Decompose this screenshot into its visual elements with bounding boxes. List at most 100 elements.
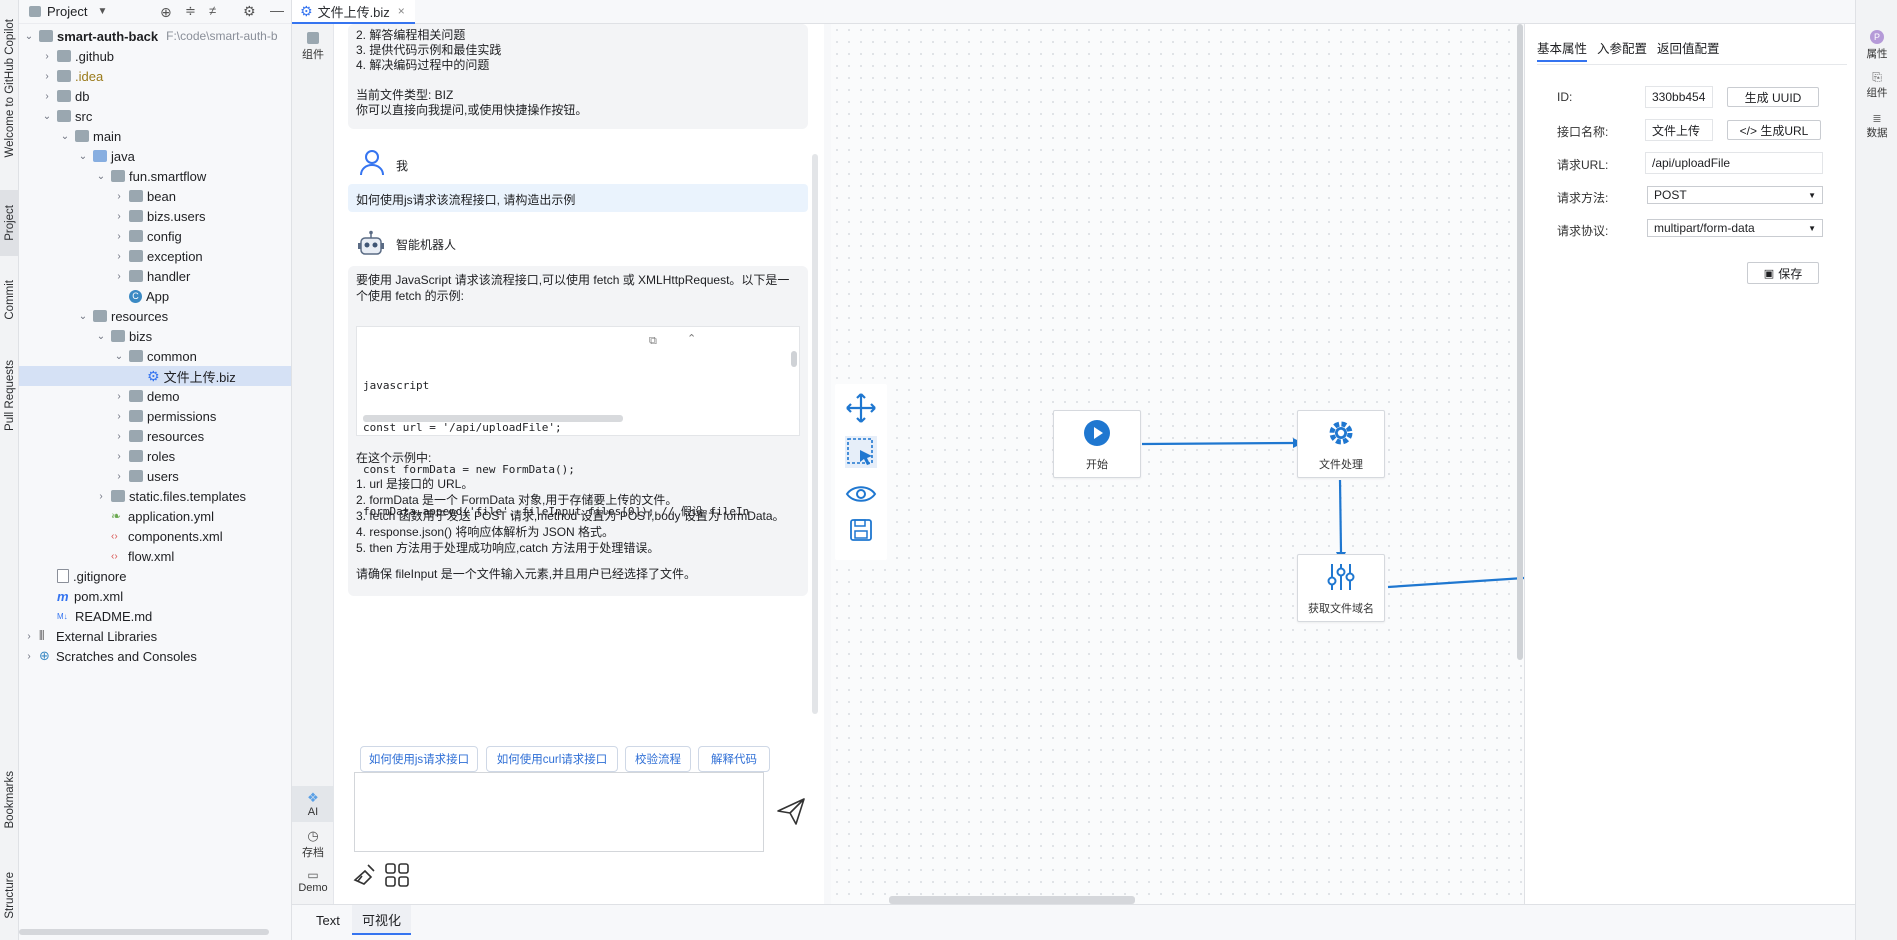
tree-item[interactable]: › .github xyxy=(19,46,291,66)
id-field[interactable]: 330bb454 xyxy=(1645,86,1713,108)
tree-item[interactable]: › users xyxy=(19,466,291,486)
collapse-all-icon[interactable]: ≠ xyxy=(209,3,216,18)
tab-structure[interactable]: Structure xyxy=(0,855,19,935)
clear-button[interactable] xyxy=(352,862,378,888)
tab-bookmarks[interactable]: Bookmarks xyxy=(0,755,19,845)
gear-icon[interactable]: ⚙ xyxy=(243,3,256,20)
tree-item[interactable]: C App xyxy=(19,286,291,306)
chevron-up-icon[interactable]: ⌃ xyxy=(687,331,696,347)
edge-filename-out[interactable] xyxy=(1387,576,1524,589)
chevron-down-icon[interactable]: ⌄ xyxy=(77,311,89,322)
chevron-right-icon[interactable]: › xyxy=(113,231,125,242)
component-panel-button[interactable]: 组件 xyxy=(292,32,334,62)
tab-return-config[interactable]: 返回值配置 xyxy=(1657,38,1720,62)
chevron-down-icon[interactable]: ⌄ xyxy=(113,351,125,362)
close-icon[interactable]: × xyxy=(398,4,405,18)
locate-icon[interactable]: ⊕ xyxy=(160,4,172,21)
tree-item[interactable]: ⌄ main xyxy=(19,126,291,146)
tab-input-params[interactable]: 入参配置 xyxy=(1597,38,1647,62)
tree-item[interactable]: › resources xyxy=(19,426,291,446)
tab-text[interactable]: Text xyxy=(306,905,350,935)
chevron-right-icon[interactable]: › xyxy=(113,431,125,442)
tree-item[interactable]: › exception xyxy=(19,246,291,266)
chevron-down-icon[interactable]: ⌄ xyxy=(23,31,35,42)
code-horizontal-scrollbar[interactable] xyxy=(363,415,623,422)
chevron-right-icon[interactable]: › xyxy=(41,51,53,62)
tree-item[interactable]: › db xyxy=(19,86,291,106)
tree-item[interactable]: ⚙ 文件上传.biz xyxy=(19,366,291,386)
chat-input[interactable] xyxy=(354,772,764,852)
chevron-right-icon[interactable]: › xyxy=(113,471,125,482)
chat-scrollbar[interactable] xyxy=(812,154,818,714)
code-vertical-scrollbar[interactable] xyxy=(791,351,797,367)
canvas-horizontal-scrollbar[interactable] xyxy=(889,896,1135,904)
chevron-right-icon[interactable]: › xyxy=(113,271,125,282)
chevron-right-icon[interactable]: › xyxy=(23,631,35,642)
tree-item[interactable]: › demo xyxy=(19,386,291,406)
chevron-right-icon[interactable]: › xyxy=(113,191,125,202)
chevron-right-icon[interactable]: › xyxy=(95,491,107,502)
properties-panel-button[interactable]: P 属性 xyxy=(1856,30,1897,61)
chevron-down-icon[interactable]: ⌄ xyxy=(77,151,89,162)
protocol-select[interactable]: multipart/form-data ▼ xyxy=(1647,219,1823,237)
tree-item[interactable]: ⌄ bizs xyxy=(19,326,291,346)
chevron-down-icon[interactable]: ⌄ xyxy=(59,131,71,142)
chevron-right-icon[interactable]: › xyxy=(113,411,125,422)
tree-item[interactable]: › config xyxy=(19,226,291,246)
tree-item[interactable]: › bean xyxy=(19,186,291,206)
chevron-down-icon[interactable]: ⌄ xyxy=(41,111,53,122)
flow-canvas[interactable]: 开始 文件处理 获取文件域名 xyxy=(831,24,1524,906)
tree-item[interactable]: .gitignore xyxy=(19,566,291,586)
quick-action-explain[interactable]: 解释代码 xyxy=(698,746,770,772)
project-title[interactable]: Project xyxy=(47,4,87,19)
chevron-right-icon[interactable]: › xyxy=(113,251,125,262)
quick-action-js[interactable]: 如何使用js请求接口 xyxy=(360,746,478,772)
tree-item[interactable]: ⌄ fun.smartflow xyxy=(19,166,291,186)
tree-item[interactable]: ⌄ common xyxy=(19,346,291,366)
method-select[interactable]: POST ▼ xyxy=(1647,186,1823,204)
tree-item[interactable]: ❧ application.yml xyxy=(19,506,291,526)
tree-item[interactable]: › ⫴ External Libraries xyxy=(19,626,291,646)
tab-project[interactable]: Project xyxy=(0,190,19,256)
tab-commit[interactable]: Commit xyxy=(0,268,19,332)
send-button[interactable] xyxy=(774,794,808,828)
chevron-right-icon[interactable]: › xyxy=(23,651,35,662)
url-field[interactable]: /api/uploadFile xyxy=(1645,152,1823,174)
edge-start-to-process[interactable] xyxy=(1141,441,1294,446)
tab-visual[interactable]: 可视化 xyxy=(352,905,412,935)
name-field[interactable]: 文件上传 xyxy=(1645,119,1713,141)
tab-pull-requests[interactable]: Pull Requests xyxy=(0,345,19,445)
chevron-right-icon[interactable]: › xyxy=(113,391,125,402)
tree-item[interactable]: ⌄ resources xyxy=(19,306,291,326)
quick-action-validate[interactable]: 校验流程 xyxy=(625,746,691,772)
apps-button[interactable] xyxy=(384,862,410,888)
tab-github-copilot[interactable]: Welcome to GitHub Copilot xyxy=(0,8,19,168)
tree-item[interactable]: ⌄ smart-auth-back F:\code\smart-auth-b xyxy=(19,26,291,46)
node-start[interactable]: 开始 xyxy=(1053,410,1141,478)
chevron-right-icon[interactable]: › xyxy=(41,71,53,82)
chevron-down-icon[interactable]: ⌄ xyxy=(95,171,107,182)
tree-item[interactable]: ‹› flow.xml xyxy=(19,546,291,566)
tree-item[interactable]: ⌄ java xyxy=(19,146,291,166)
editor-tab-file-upload[interactable]: ⚙ 文件上传.biz × xyxy=(292,0,415,24)
copy-icon[interactable]: ⧉ xyxy=(649,333,657,349)
save-button[interactable]: ▣ 保存 xyxy=(1747,262,1819,284)
quick-action-curl[interactable]: 如何使用curl请求接口 xyxy=(486,746,618,772)
tree-item[interactable]: › ⊕ Scratches and Consoles xyxy=(19,646,291,666)
tree-item[interactable]: › bizs.users xyxy=(19,206,291,226)
chevron-right-icon[interactable]: › xyxy=(113,211,125,222)
generate-url-button[interactable]: </> 生成URL xyxy=(1727,120,1821,140)
tree-item[interactable]: › permissions xyxy=(19,406,291,426)
generate-uuid-button[interactable]: 生成 UUID xyxy=(1727,87,1819,107)
node-get-filename[interactable]: 获取文件域名 xyxy=(1297,554,1385,622)
ai-panel-button[interactable]: ❖ AI xyxy=(292,786,334,822)
data-panel-button[interactable]: ≣ 数据 xyxy=(1856,112,1897,140)
edge-process-to-filename[interactable] xyxy=(1338,479,1343,553)
tree-item[interactable]: › roles xyxy=(19,446,291,466)
chevron-right-icon[interactable]: › xyxy=(113,451,125,462)
component-panel-button-right[interactable]: ⎘ 组件 xyxy=(1856,70,1897,100)
tree-item[interactable]: › static.files.templates xyxy=(19,486,291,506)
tree-item[interactable]: › handler xyxy=(19,266,291,286)
tree-item[interactable]: m pom.xml xyxy=(19,586,291,606)
canvas-vertical-scrollbar[interactable] xyxy=(1517,24,1523,660)
